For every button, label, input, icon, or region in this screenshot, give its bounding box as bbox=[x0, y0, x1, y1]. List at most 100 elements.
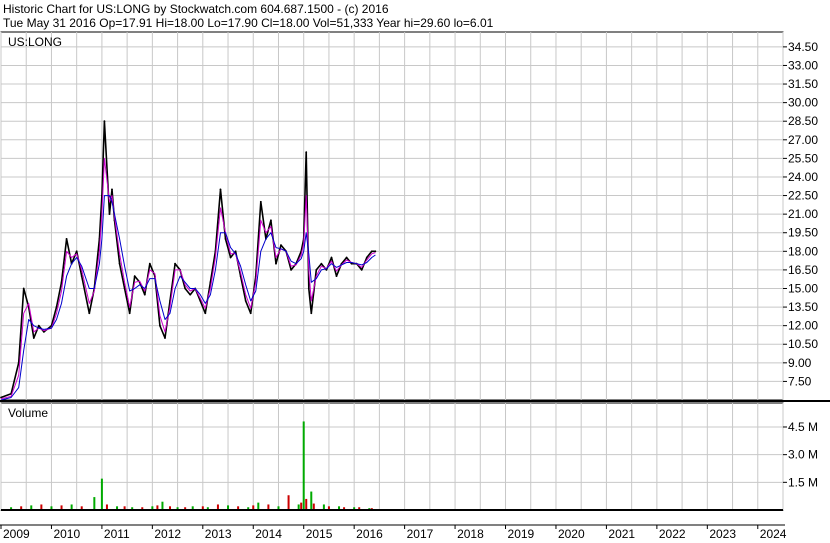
price-tick-label: 33.00 bbox=[788, 58, 818, 72]
x-tick-label: 2018 bbox=[457, 527, 484, 541]
price-tick-label: 16.50 bbox=[788, 263, 818, 277]
volume-axis-labels: 1.5 M 3.0 M 4.5 M bbox=[783, 420, 818, 489]
price-axis-labels: 7.50 9.00 10.50 12.00 13.50 15.00 16.50 18.00 19… bbox=[783, 40, 818, 388]
price-point bbox=[55, 306, 58, 308]
x-tick-label: 2015 bbox=[306, 527, 333, 541]
x-axis-labels: 2009 2010 2011 2012 2013 2014 2015 2016 2017 2018… bbox=[0, 525, 787, 541]
price-point bbox=[111, 188, 113, 191]
price-point bbox=[244, 299, 247, 302]
price-point bbox=[204, 312, 207, 315]
volume-bar-up bbox=[161, 501, 164, 510]
price-tick-label: 9.00 bbox=[788, 356, 812, 370]
price-point bbox=[259, 200, 262, 203]
price-point bbox=[88, 312, 91, 315]
price-point bbox=[305, 151, 308, 154]
volume-tick-label: 3.0 M bbox=[788, 448, 818, 462]
price-point bbox=[42, 330, 45, 333]
price-point bbox=[108, 213, 111, 216]
price-point bbox=[184, 287, 187, 290]
price-point bbox=[143, 293, 146, 296]
price-tick-label: 24.00 bbox=[788, 170, 818, 184]
price-point bbox=[280, 244, 282, 247]
price-point bbox=[80, 275, 83, 277]
x-tick-label: 2024 bbox=[760, 527, 787, 541]
price-tick-label: 27.00 bbox=[788, 133, 818, 147]
historic-chart: Historic Chart for US:LONG by Stockwatch… bbox=[0, 2, 830, 541]
price-tick-label: 18.00 bbox=[788, 244, 818, 258]
price-tick-label: 31.50 bbox=[788, 77, 818, 91]
price-point bbox=[22, 287, 25, 290]
volume-bar-up bbox=[302, 421, 305, 510]
price-tick-label: 21.00 bbox=[788, 207, 818, 221]
price-point bbox=[118, 262, 121, 265]
price-tick-label: 13.50 bbox=[788, 300, 818, 314]
x-tick-label: 2010 bbox=[53, 527, 80, 541]
price-tick-label: 7.50 bbox=[788, 374, 812, 388]
price-point bbox=[159, 324, 161, 327]
price-point bbox=[229, 256, 232, 259]
volume-panel bbox=[0, 402, 784, 511]
price-tick-label: 19.50 bbox=[788, 226, 818, 240]
price-point bbox=[270, 219, 272, 222]
price-point bbox=[75, 250, 78, 253]
x-tick-label: 2011 bbox=[104, 527, 130, 541]
price-point bbox=[330, 256, 333, 259]
volume-bar-up bbox=[100, 478, 103, 510]
price-point bbox=[133, 275, 136, 277]
price-tick-label: 30.00 bbox=[788, 96, 818, 110]
header-line-2: Tue May 31 2016 Op=17.91 Hi=18.00 Lo=17.… bbox=[3, 16, 494, 30]
price-panel-title: US:LONG bbox=[8, 35, 62, 49]
price-point bbox=[275, 262, 277, 265]
x-tick-label: 2012 bbox=[154, 527, 181, 541]
price-tick-label: 25.50 bbox=[788, 151, 818, 165]
price-point bbox=[32, 337, 35, 339]
price-tick-label: 22.50 bbox=[788, 189, 818, 203]
price-point bbox=[174, 262, 176, 265]
price-point bbox=[224, 238, 227, 240]
price-panel bbox=[0, 31, 784, 401]
x-tick-label: 2014 bbox=[255, 527, 282, 541]
x-tick-label: 2019 bbox=[508, 527, 535, 541]
price-point bbox=[370, 250, 373, 253]
price-point bbox=[249, 312, 252, 315]
price-point bbox=[335, 275, 338, 277]
price-point bbox=[103, 120, 106, 123]
price-point bbox=[320, 262, 323, 265]
x-tick-label: 2021 bbox=[608, 527, 635, 541]
volume-bar-down bbox=[287, 495, 290, 510]
price-point bbox=[219, 188, 222, 191]
price-tick-label: 34.50 bbox=[788, 40, 818, 54]
price-tick-label: 12.00 bbox=[788, 319, 818, 333]
price-point bbox=[345, 256, 348, 259]
x-tick-label: 2016 bbox=[356, 527, 383, 541]
price-point bbox=[365, 256, 368, 259]
price-point bbox=[37, 324, 40, 327]
volume-panel-title: Volume bbox=[8, 406, 48, 420]
price-tick-label: 10.50 bbox=[788, 337, 818, 351]
x-tick-label: 2009 bbox=[3, 527, 30, 541]
price-tick-label: 15.00 bbox=[788, 281, 818, 295]
price-tick-label: 28.50 bbox=[788, 114, 818, 128]
x-tick-label: 2017 bbox=[407, 527, 434, 541]
x-tick-label: 2020 bbox=[558, 527, 585, 541]
header-line-1: Historic Chart for US:LONG by Stockwatch… bbox=[3, 2, 389, 16]
x-tick-label: 2022 bbox=[659, 527, 686, 541]
price-point bbox=[290, 268, 292, 271]
price-point bbox=[307, 287, 310, 290]
x-tick-label: 2013 bbox=[205, 527, 232, 541]
volume-bar-up bbox=[257, 502, 260, 510]
price-point bbox=[164, 337, 166, 339]
volume-bar-down bbox=[305, 498, 308, 510]
price-point bbox=[310, 312, 313, 315]
volume-bar-up bbox=[310, 491, 313, 510]
price-point bbox=[360, 268, 363, 271]
volume-bar-up bbox=[93, 497, 96, 510]
x-tick-label: 2023 bbox=[709, 527, 736, 541]
volume-tick-label: 4.5 M bbox=[788, 420, 818, 434]
price-point bbox=[374, 250, 377, 253]
volume-bar-down bbox=[300, 502, 303, 510]
price-point bbox=[189, 293, 192, 296]
chart-window: Historic Chart for US:LONG by Stockwatch… bbox=[0, 0, 830, 543]
price-point bbox=[148, 262, 151, 265]
price-point bbox=[315, 268, 318, 271]
